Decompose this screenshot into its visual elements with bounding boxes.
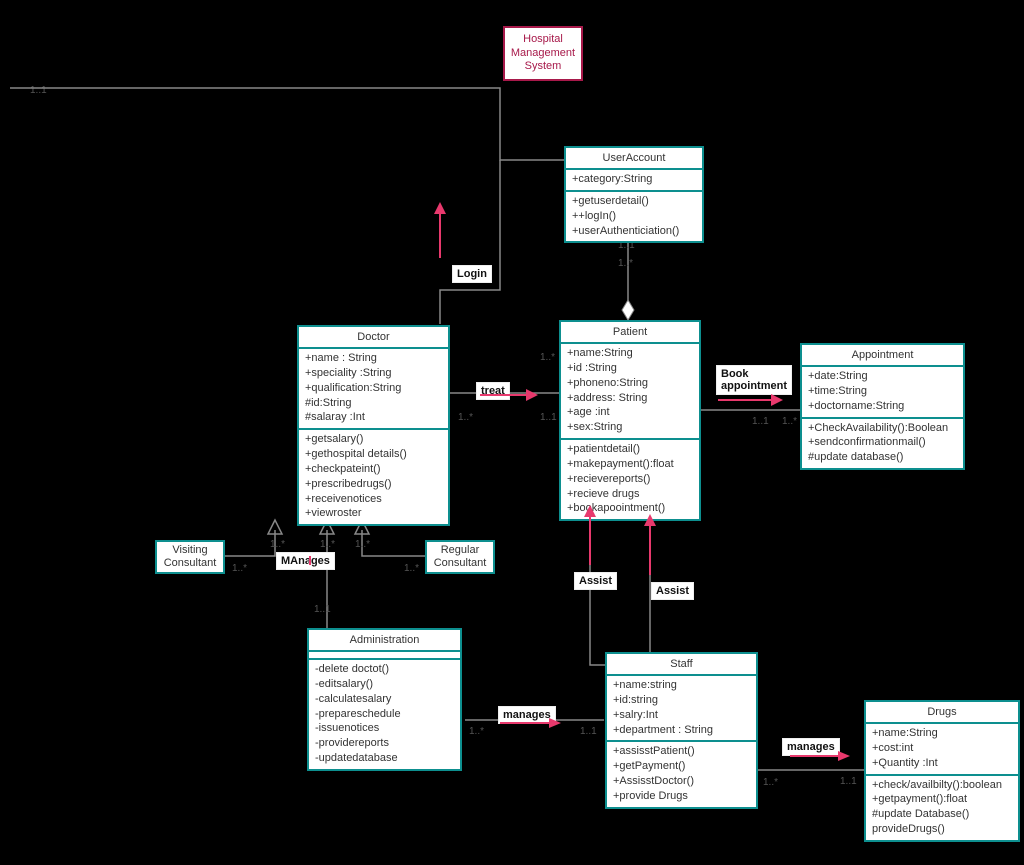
svg-text:1..*: 1..*	[763, 777, 778, 788]
class-title: Patient	[561, 322, 699, 344]
attrs: +name:String +cost:int +Quantity :Int	[866, 724, 1018, 776]
svg-text:1..1: 1..1	[314, 604, 331, 615]
svg-text:1..*: 1..*	[270, 539, 285, 550]
label-manages-staff: manages	[498, 706, 556, 724]
attrs: +date:String +time:String +doctorname:St…	[802, 367, 963, 419]
diagram-title: Hospital Management System	[503, 26, 583, 81]
class-appointment[interactable]: Appointment +date:String +time:String +d…	[800, 343, 965, 470]
ops: +getsalary() +gethospital details() +che…	[299, 430, 448, 524]
label-login: Login	[452, 265, 492, 283]
class-staff[interactable]: Staff +name:string +id:string +salry:Int…	[605, 652, 758, 809]
attrs: +name : String +speciality :String +qual…	[299, 349, 448, 430]
svg-text:1..*: 1..*	[782, 416, 797, 427]
class-title: Doctor	[299, 327, 448, 349]
label-assist-2: Assist	[651, 582, 694, 600]
svg-text:1..*: 1..*	[232, 563, 247, 574]
svg-text:1..*: 1..*	[469, 726, 484, 737]
class-title: Administration	[309, 630, 460, 652]
svg-text:1..1: 1..1	[840, 776, 857, 787]
mult-top-left: 1..1	[30, 85, 47, 96]
attrs: +name:String +id :String +phoneno:String…	[561, 344, 699, 440]
class-administration[interactable]: Administration -delete doctot() -editsal…	[307, 628, 462, 771]
label-manages-doctor: MAnages	[276, 552, 335, 570]
label-manages-drugs: manages	[782, 738, 840, 756]
class-title: UserAccount	[566, 148, 702, 170]
svg-text:1..*: 1..*	[355, 539, 370, 550]
class-visiting-consultant[interactable]: Visiting Consultant	[155, 540, 225, 574]
ops: -delete doctot() -editsalary() -calculat…	[309, 660, 460, 769]
svg-text:1..1: 1..1	[752, 416, 769, 427]
label-assist-1: Assist	[574, 572, 617, 590]
svg-text:1..*: 1..*	[458, 412, 473, 423]
class-useraccount[interactable]: UserAccount +category:String +getuserdet…	[564, 146, 704, 243]
svg-text:1..*: 1..*	[618, 258, 633, 269]
svg-text:1..1: 1..1	[540, 412, 557, 423]
attrs	[309, 652, 460, 660]
attrs: +category:String	[566, 170, 702, 192]
label-treat: treat	[476, 382, 510, 400]
label-book: Book appointment	[716, 365, 792, 395]
ops: +patientdetail() +makepayment():float +r…	[561, 440, 699, 519]
class-regular-consultant[interactable]: Regular Consultant	[425, 540, 495, 574]
class-drugs[interactable]: Drugs +name:String +cost:int +Quantity :…	[864, 700, 1020, 842]
ops: +getuserdetail() ++logIn() +userAuthenti…	[566, 192, 702, 242]
attrs: +name:string +id:string +salry:Int +depa…	[607, 676, 756, 742]
class-title: Appointment	[802, 345, 963, 367]
svg-text:1..*: 1..*	[540, 352, 555, 363]
svg-text:1..*: 1..*	[404, 563, 419, 574]
class-doctor[interactable]: Doctor +name : String +speciality :Strin…	[297, 325, 450, 526]
class-title: Staff	[607, 654, 756, 676]
ops: +check/availbilty():boolean +getpayment(…	[866, 776, 1018, 840]
class-title: Drugs	[866, 702, 1018, 724]
ops: +assisstPatient() +getPayment() +Assisst…	[607, 742, 756, 806]
svg-text:1..*: 1..*	[320, 539, 335, 550]
class-patient[interactable]: Patient +name:String +id :String +phonen…	[559, 320, 701, 521]
ops: +CheckAvailability():Boolean +sendconfir…	[802, 419, 963, 469]
svg-text:1..1: 1..1	[580, 726, 597, 737]
